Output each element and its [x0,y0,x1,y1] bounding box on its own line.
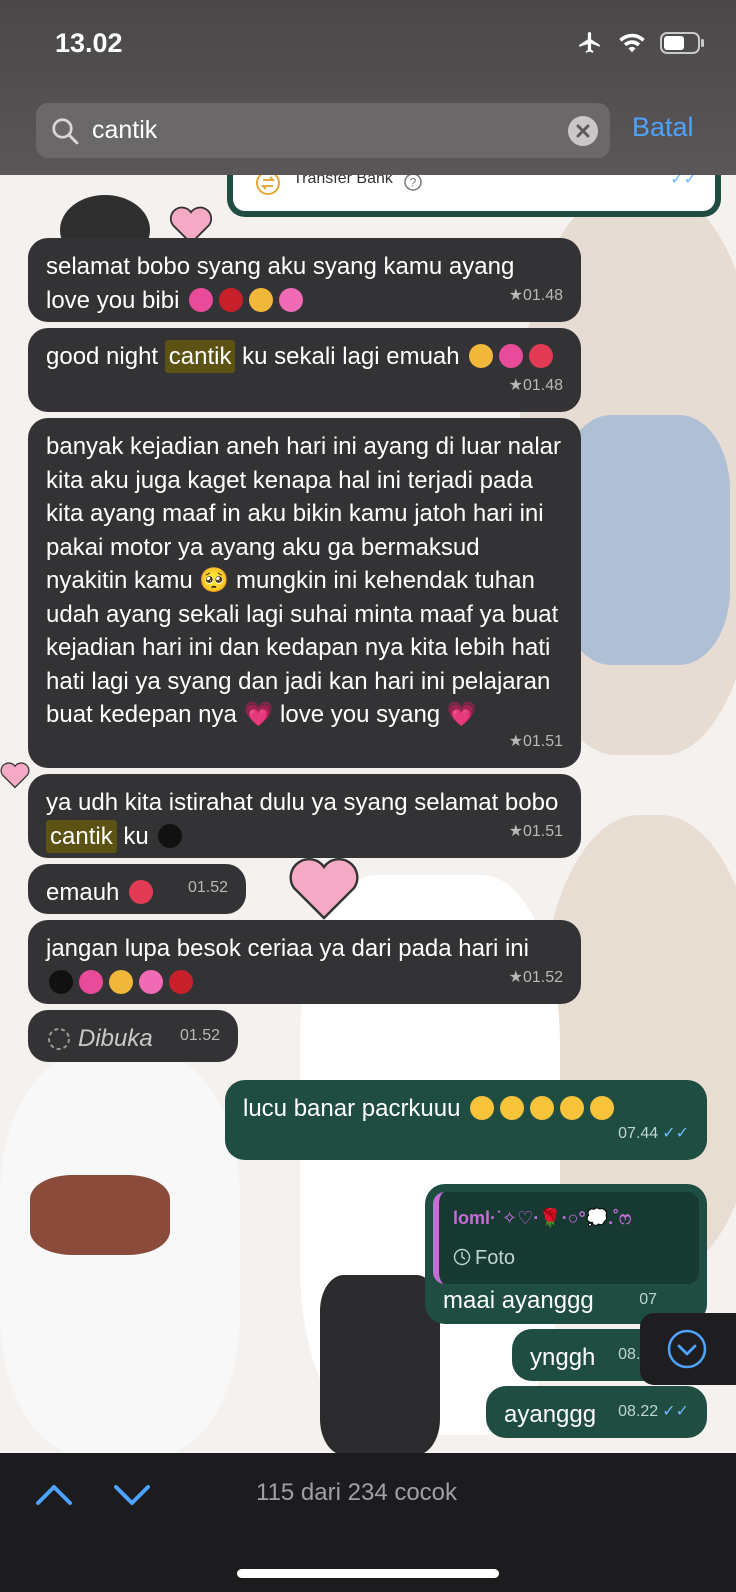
black-heart-emoji [158,823,183,848]
message-text: good night [46,343,165,370]
next-result-button[interactable] [110,1475,154,1515]
reply-media-label: Foto [475,1246,516,1269]
search-icon [52,118,79,145]
search-input[interactable] [92,103,572,158]
smiling-hearts-emoji [590,1096,615,1120]
message-outgoing[interactable]: ayanggg 08.22 ✓✓ [486,1386,707,1438]
message-text: ku sekali lagi emuah [235,343,460,370]
heart-emoji [79,969,103,994]
header: 13.02 Batal [0,0,736,175]
message-incoming[interactable]: jangan lupa besok ceriaa ya dari pada ha… [28,920,581,1004]
message-outgoing[interactable]: lucu banar pacrkuuu 07.44 ✓✓ [225,1080,707,1160]
read-ticks-icon: ✓✓ [662,1402,689,1420]
sparkles-emoji [249,287,274,312]
message-time: 07.44 ✓✓ [618,1124,689,1142]
chevron-up-icon [36,1485,72,1505]
previous-result-button[interactable] [32,1475,76,1515]
message-text: Dibuka [78,1025,153,1052]
kiss-emoji [530,1096,555,1120]
heart-emoji [279,287,304,312]
sparkle-heart-emoji [469,344,494,368]
message-time: 07 [639,1290,657,1308]
help-icon: ? [404,175,422,191]
status-time: 13.02 [55,28,123,58]
battery-icon [660,32,704,54]
sparkle-heart-emoji [109,969,133,994]
timer-icon [453,1248,471,1265]
message-time: ★01.48 [508,286,563,304]
message-incoming[interactable]: selamat bobo syang aku syang kamu ayang … [28,238,581,322]
message-time: ★01.51 [508,822,563,840]
clear-search-button[interactable] [568,116,598,146]
rose-emoji [169,969,193,994]
search-highlight: cantik [46,819,117,853]
rose-emoji [219,287,244,312]
chat-area[interactable]: Transfer Bank ? 01.12 ✓✓ selamat bobo sya… [0,175,736,1453]
airplane-icon [579,31,600,53]
message-time: 01.52 [187,878,228,896]
reply-quote[interactable]: loml·˙✧♡·🌹·○°💭.˚ෆ Foto [433,1192,699,1284]
message-time: 01.52 [179,1026,220,1044]
heart-eyes-emoji [470,1096,495,1120]
message-time: ★01.51 [508,732,563,750]
kiss-emoji [500,1096,525,1120]
message-text: ayanggg [504,1401,597,1428]
heart-emoji [139,969,163,994]
message-time: ★01.52 [508,968,563,986]
black-heart-emoji [49,969,73,994]
message-text: emauh [46,879,120,906]
message-text: jangan lupa besok ceriaa ya dari pada ha… [46,935,529,962]
message-incoming[interactable]: emauh 01.52 [28,864,246,914]
smiling-hearts-emoji [560,1096,585,1120]
scroll-to-bottom-button[interactable] [640,1313,736,1385]
message-text: banyak kejadian aneh hari ini ayang di l… [46,433,562,728]
message-incoming[interactable]: banyak kejadian aneh hari ini ayang di l… [28,418,581,768]
svg-text:?: ? [410,176,417,190]
message-text: ya udh kita istirahat dulu ya syang sela… [46,789,559,816]
chevron-down-icon [114,1485,150,1505]
search-results-bar: 115 dari 234 cocok [0,1453,736,1592]
result-counter: 115 dari 234 cocok [256,1479,458,1506]
view-once-message[interactable]: Dibuka 01.52 [28,1010,238,1062]
search-highlight: cantik [164,340,236,373]
hibiscus-emoji [129,880,154,904]
transfer-icon [256,175,280,195]
sparkle-heart-emoji [189,287,214,312]
message-time: 01.12 ✓✓ [626,175,697,189]
wifi-icon [619,33,645,53]
search-bar [36,103,610,158]
transfer-card[interactable]: Transfer Bank ? 01.12 ✓✓ [227,175,721,217]
message-text: ynggh [530,1344,596,1371]
message-time: 08.22✓✓ [618,1402,689,1420]
message-incoming[interactable]: good night cantik ku sekali lagi emuah ★… [28,328,581,412]
read-ticks-icon: ✓✓ [662,1124,689,1142]
transfer-label: Transfer Bank [293,175,393,187]
reply-media: Foto [453,1242,685,1276]
message-text: lucu banar pacrkuuu [243,1095,461,1122]
message-text: ku [116,822,149,850]
close-icon [576,124,590,138]
hibiscus-emoji [529,344,554,368]
reply-sender: loml·˙✧♡·🌹·○°💭.˚ෆ [453,1208,632,1228]
status-icons [576,30,706,56]
view-once-icon [48,1028,70,1050]
chevron-down-circle-icon [667,1329,707,1369]
message-time: ★01.48 [508,376,563,394]
home-indicator[interactable] [237,1569,499,1578]
cancel-button[interactable]: Batal [632,112,694,143]
message-outgoing-reply[interactable]: loml·˙✧♡·🌹·○°💭.˚ෆ Foto maai ayanggg 07 [425,1184,707,1324]
heart-emoji [499,344,524,368]
read-ticks-icon: ✓✓ [670,175,697,188]
message-text: maai ayanggg [443,1287,594,1314]
message-incoming[interactable]: ya udh kita istirahat dulu ya syang sela… [28,774,581,858]
